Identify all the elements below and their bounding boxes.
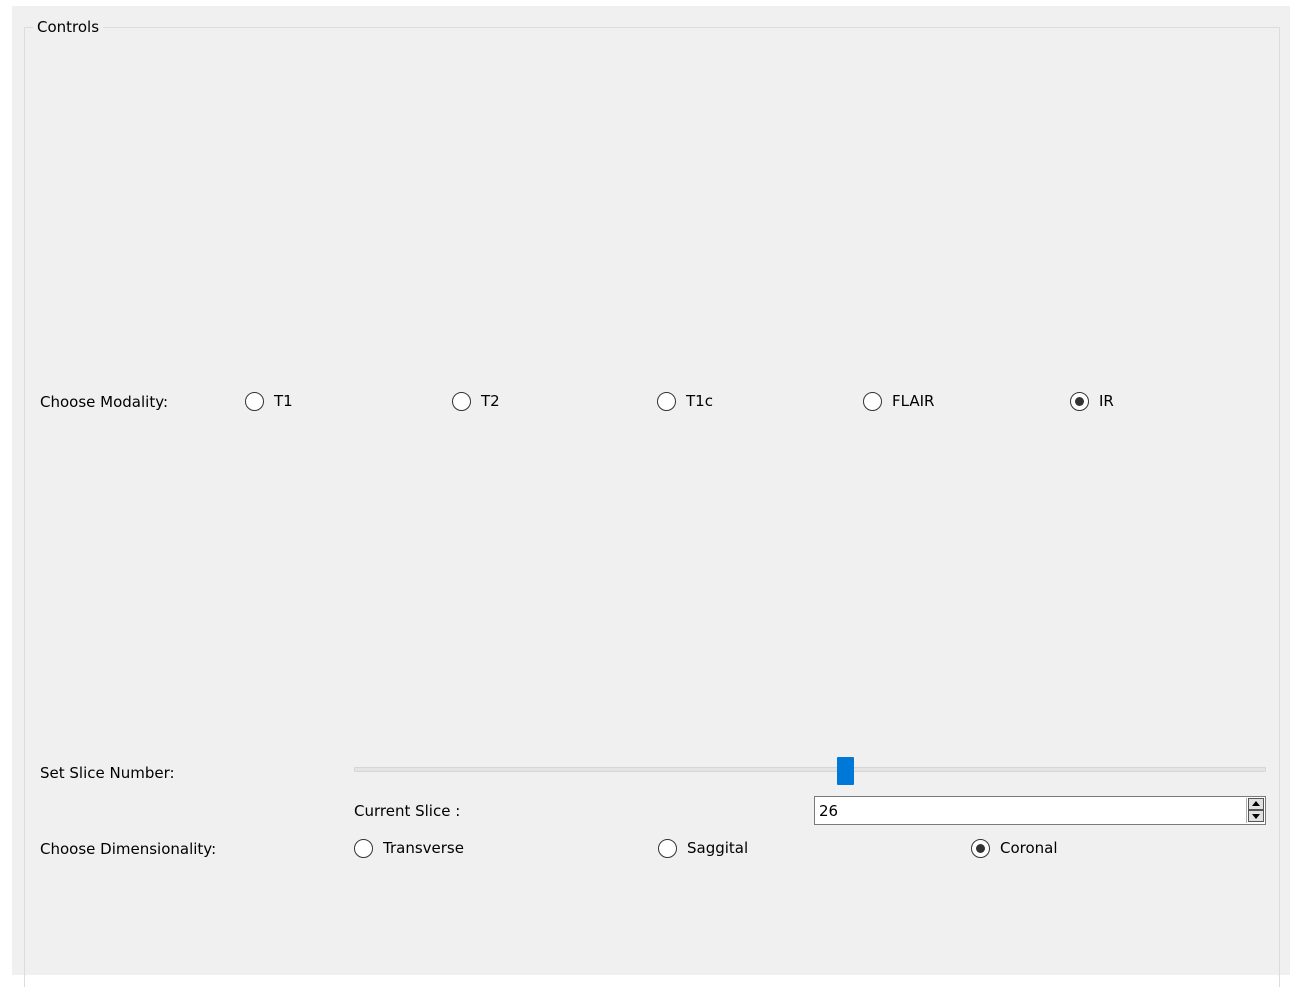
radio-coronal[interactable]: Coronal: [971, 837, 1058, 859]
current-slice-value[interactable]: 26: [819, 802, 838, 820]
radio-label-t1: T1: [274, 392, 293, 410]
radio-label-t2: T2: [481, 392, 500, 410]
current-slice-label: Current Slice :: [354, 802, 461, 820]
radio-circle-icon: [452, 391, 471, 411]
radio-label-ir: IR: [1099, 392, 1114, 410]
slice-slider-handle[interactable]: [837, 757, 855, 785]
radio-transverse[interactable]: Transverse: [354, 837, 464, 859]
radio-t2[interactable]: T2: [452, 390, 500, 412]
group-title: Controls: [33, 18, 104, 36]
radio-circle-icon: [657, 391, 676, 411]
radio-checked-icon: [1070, 391, 1089, 411]
controls-window: Controls Choose Modality: T1 T2 T1c FLAI…: [12, 6, 1290, 987]
radio-circle-icon: [863, 391, 882, 411]
spin-buttons: [1246, 798, 1264, 823]
spin-down-button[interactable]: [1248, 810, 1264, 822]
radio-ir[interactable]: IR: [1070, 390, 1114, 412]
radio-saggital[interactable]: Saggital: [658, 837, 748, 859]
radio-circle-icon: [354, 838, 373, 858]
radio-label-t1c: T1c: [686, 392, 713, 410]
arrow-up-icon: [1252, 801, 1260, 806]
radio-t1[interactable]: T1: [245, 390, 293, 412]
dimensionality-label: Choose Dimensionality:: [40, 840, 217, 858]
radio-circle-icon: [245, 391, 264, 411]
radio-label-coronal: Coronal: [1000, 839, 1058, 857]
slice-label: Set Slice Number:: [40, 764, 175, 782]
modality-label: Choose Modality:: [40, 393, 169, 411]
radio-checked-icon: [971, 838, 990, 858]
radio-t1c[interactable]: T1c: [657, 390, 713, 412]
radio-label-transverse: Transverse: [383, 839, 464, 857]
current-slice-spinbox[interactable]: 26: [814, 796, 1266, 825]
radio-flair[interactable]: FLAIR: [863, 390, 934, 412]
arrow-down-icon: [1252, 814, 1260, 819]
radio-label-flair: FLAIR: [892, 392, 935, 410]
radio-label-saggital: Saggital: [687, 839, 749, 857]
slice-slider-track[interactable]: [354, 767, 1266, 772]
radio-circle-icon: [658, 838, 677, 858]
spin-up-button[interactable]: [1248, 798, 1264, 810]
